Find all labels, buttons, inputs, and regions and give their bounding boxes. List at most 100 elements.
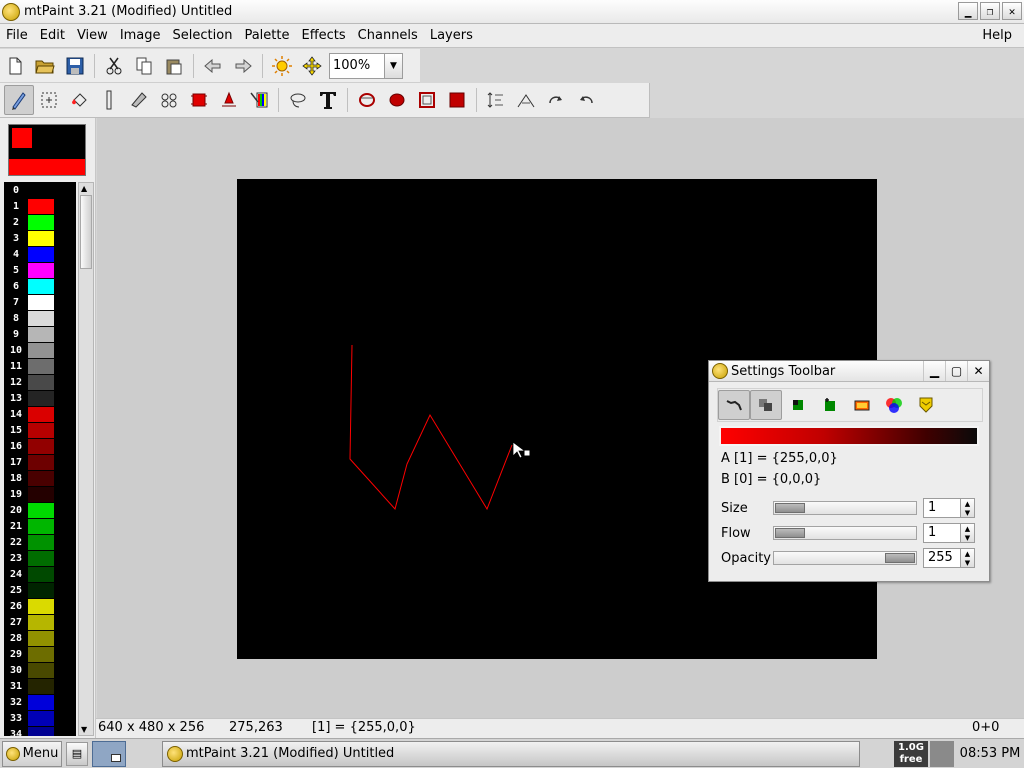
palette-swatch[interactable] <box>28 214 54 230</box>
palette-entry[interactable]: 12 <box>4 374 76 390</box>
palette-entry[interactable]: 33 <box>4 710 76 726</box>
palette-swatch[interactable] <box>28 294 54 310</box>
palette-swatch[interactable] <box>28 262 54 278</box>
menu-channels[interactable]: Channels <box>352 25 424 47</box>
shuffle-icon[interactable] <box>34 85 64 115</box>
palette-scrollbar[interactable]: ▲ ▼ <box>78 182 94 736</box>
flow-stepper[interactable]: ▲ ▼ <box>961 523 975 543</box>
menu-help[interactable]: Help <box>976 25 1018 47</box>
palette-swatch[interactable] <box>28 406 54 422</box>
palette-entry[interactable]: 28 <box>4 630 76 646</box>
cut-icon[interactable] <box>99 51 129 81</box>
opacity-slider-knob[interactable] <box>885 553 915 563</box>
menu-view[interactable]: View <box>71 25 114 47</box>
palette-swatch[interactable] <box>28 310 54 326</box>
palette-swatch[interactable] <box>28 326 54 342</box>
palette-entry[interactable]: 31 <box>4 678 76 694</box>
palette-entry[interactable]: 23 <box>4 550 76 566</box>
menu-effects[interactable]: Effects <box>295 25 351 47</box>
size-slider-knob[interactable] <box>775 503 805 513</box>
redo-icon[interactable] <box>228 51 258 81</box>
palette-entry[interactable]: 25 <box>4 582 76 598</box>
palette-swatch[interactable] <box>28 726 54 736</box>
taskbar-window-button[interactable]: mtPaint 3.21 (Modified) Untitled <box>162 740 860 767</box>
lasso-select-icon[interactable] <box>283 85 313 115</box>
flood-fill-icon[interactable] <box>64 85 94 115</box>
palette-entry[interactable]: 20 <box>4 502 76 518</box>
maximize-button[interactable]: ▢ <box>945 361 967 381</box>
menu-layers[interactable]: Layers <box>424 25 479 47</box>
palette-entry[interactable]: 21 <box>4 518 76 534</box>
palette-swatch[interactable] <box>28 518 54 534</box>
palette-entry[interactable]: 7 <box>4 294 76 310</box>
clone-icon[interactable] <box>154 85 184 115</box>
flow-slider[interactable] <box>773 526 917 540</box>
opacity-input[interactable]: 255 <box>923 548 961 568</box>
clock[interactable]: 08:53 PM <box>958 743 1022 765</box>
palette-entry[interactable]: 34 <box>4 726 76 736</box>
flip-horizontal-icon[interactable] <box>511 85 541 115</box>
palette-swatch[interactable] <box>28 198 54 214</box>
palette-swatch[interactable] <box>28 374 54 390</box>
scroll-down-icon[interactable]: ▼ <box>81 725 87 734</box>
rgb-channels-icon[interactable] <box>878 390 910 420</box>
straight-line-icon[interactable] <box>94 85 124 115</box>
palette-entry[interactable]: 19 <box>4 486 76 502</box>
palette-entry[interactable]: 13 <box>4 390 76 406</box>
menu-image[interactable]: Image <box>114 25 167 47</box>
palette-entry[interactable]: 10 <box>4 342 76 358</box>
tint-mode-icon[interactable] <box>782 390 814 420</box>
palette-swatch[interactable] <box>28 470 54 486</box>
menu-selection[interactable]: Selection <box>167 25 239 47</box>
palette-entry[interactable]: 24 <box>4 566 76 582</box>
menu-edit[interactable]: Edit <box>34 25 71 47</box>
palette-entry[interactable]: 4 <box>4 246 76 262</box>
palette-entry[interactable]: 8 <box>4 310 76 326</box>
rectangle-fill-icon[interactable] <box>442 85 472 115</box>
palette-entry[interactable]: 32 <box>4 694 76 710</box>
palette-swatch[interactable] <box>28 278 54 294</box>
brush-pattern-icon[interactable] <box>910 390 942 420</box>
palette-entry[interactable]: 29 <box>4 646 76 662</box>
palette-entry[interactable]: 22 <box>4 534 76 550</box>
size-input[interactable]: 1 <box>923 498 961 518</box>
smudge-icon[interactable] <box>124 85 154 115</box>
palette-entry[interactable]: 15 <box>4 422 76 438</box>
palette-entry[interactable]: 9 <box>4 326 76 342</box>
undo-icon[interactable] <box>198 51 228 81</box>
chevron-down-icon[interactable]: ▼ <box>385 52 403 79</box>
palette-swatch[interactable] <box>28 390 54 406</box>
tint-add-icon[interactable] <box>814 390 846 420</box>
minimize-button[interactable]: ▁ <box>958 2 978 20</box>
transform-color-icon[interactable] <box>267 51 297 81</box>
continuous-mode-icon[interactable] <box>718 390 750 420</box>
palette-entry[interactable]: 14 <box>4 406 76 422</box>
new-icon[interactable] <box>0 51 30 81</box>
palette-entry[interactable]: 27 <box>4 614 76 630</box>
ellipse-fill-icon[interactable] <box>382 85 412 115</box>
select-rectangle-icon[interactable] <box>184 85 214 115</box>
palette-swatch[interactable] <box>28 566 54 582</box>
opacity-slider[interactable] <box>773 551 917 565</box>
palette-swatch[interactable] <box>28 422 54 438</box>
flow-input[interactable]: 1 <box>923 523 961 543</box>
palette-edit-icon[interactable] <box>244 85 274 115</box>
palette-entry[interactable]: 3 <box>4 230 76 246</box>
palette-swatch[interactable] <box>28 678 54 694</box>
zoom-combo[interactable]: 100% ▼ <box>329 52 403 79</box>
terminal-icon[interactable]: ▤ <box>66 741 88 766</box>
zoom-input[interactable]: 100% <box>329 52 385 79</box>
restore-button[interactable]: ❐ <box>980 2 1000 20</box>
text-icon[interactable] <box>313 85 343 115</box>
palette-swatch[interactable] <box>28 502 54 518</box>
menu-palette[interactable]: Palette <box>238 25 295 47</box>
palette-swatch[interactable] <box>28 438 54 454</box>
palette-swatch[interactable] <box>28 182 54 198</box>
menu-file[interactable]: File <box>0 25 34 47</box>
color-ab-selector[interactable] <box>8 124 86 176</box>
size-slider[interactable] <box>773 501 917 515</box>
palette-swatch[interactable] <box>28 486 54 502</box>
cspace-mode-icon[interactable] <box>846 390 878 420</box>
flip-vertical-icon[interactable] <box>481 85 511 115</box>
copy-icon[interactable] <box>129 51 159 81</box>
